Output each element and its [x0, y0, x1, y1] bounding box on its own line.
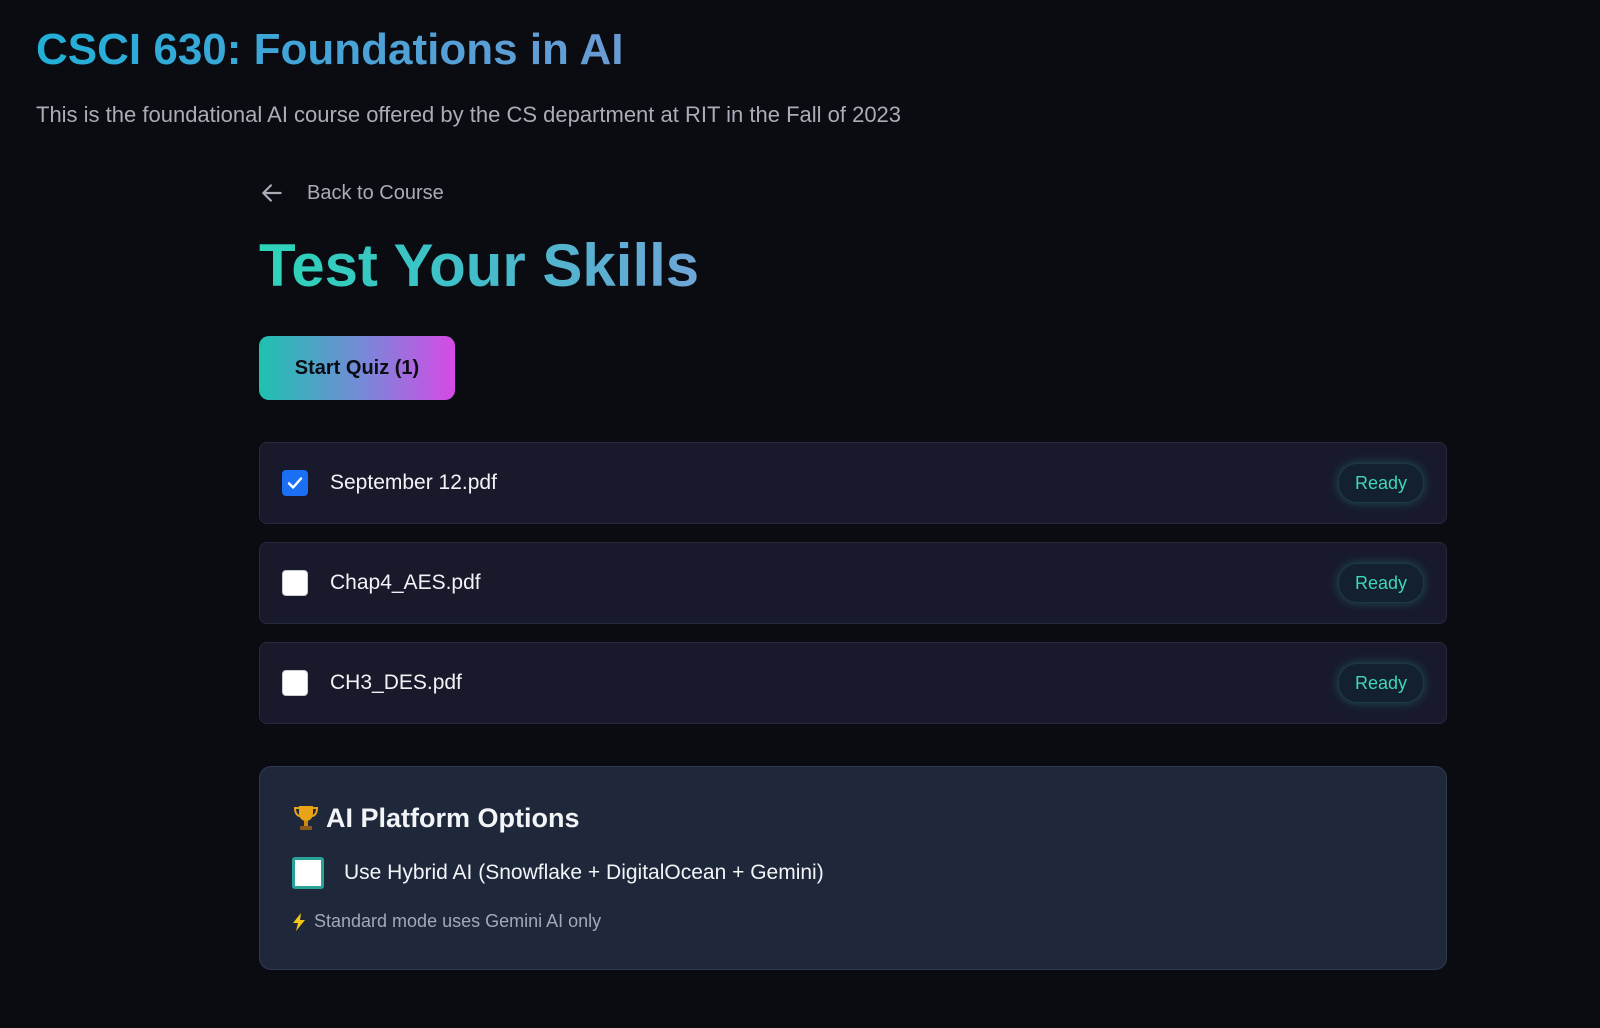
- file-checkbox[interactable]: [282, 570, 308, 596]
- trophy-icon: [293, 806, 319, 830]
- file-list: September 12.pdf Ready Chap4_AES.pdf Rea…: [259, 442, 1447, 724]
- arrow-left-icon: [262, 184, 282, 202]
- mode-hint-text: Standard mode uses Gemini AI only: [314, 911, 602, 931]
- hybrid-ai-checkbox[interactable]: [292, 857, 324, 889]
- options-title: AI Platform Options: [326, 803, 580, 833]
- status-badge: Ready: [1337, 463, 1424, 503]
- file-name: Chap4_AES.pdf: [330, 571, 481, 594]
- ai-platform-options-card: AI Platform Options Use Hybrid AI (Snowf…: [259, 766, 1447, 970]
- back-link-label: Back to Course: [307, 181, 444, 204]
- back-to-course-link[interactable]: Back to Course: [259, 170, 1447, 216]
- file-row[interactable]: September 12.pdf Ready: [259, 442, 1447, 524]
- status-badge: Ready: [1337, 563, 1424, 603]
- file-checkbox[interactable]: [282, 670, 308, 696]
- page: CSCI 630: Foundations in AI This is the …: [0, 0, 1600, 1028]
- checkmark-icon: [287, 477, 303, 489]
- hybrid-ai-option[interactable]: Use Hybrid AI (Snowflake + DigitalOcean …: [292, 857, 1414, 889]
- page-title: Test Your Skills: [259, 230, 699, 302]
- course-title: CSCI 630: Foundations in AI: [36, 22, 624, 78]
- file-row[interactable]: Chap4_AES.pdf Ready: [259, 542, 1447, 624]
- mode-hint: Standard mode uses Gemini AI only: [292, 911, 1414, 932]
- lightning-icon: [293, 912, 305, 931]
- course-description: This is the foundational AI course offer…: [36, 102, 902, 127]
- file-checkbox[interactable]: [282, 470, 308, 496]
- status-badge: Ready: [1337, 663, 1424, 703]
- options-heading: AI Platform Options: [292, 801, 1414, 835]
- hybrid-ai-label[interactable]: Use Hybrid AI (Snowflake + DigitalOcean …: [344, 861, 824, 885]
- file-name: September 12.pdf: [330, 471, 497, 494]
- file-name: CH3_DES.pdf: [330, 671, 462, 694]
- file-row[interactable]: CH3_DES.pdf Ready: [259, 642, 1447, 724]
- quiz-panel: Back to Course Test Your Skills Start Qu…: [259, 170, 1447, 970]
- start-quiz-button[interactable]: Start Quiz (1): [259, 336, 455, 400]
